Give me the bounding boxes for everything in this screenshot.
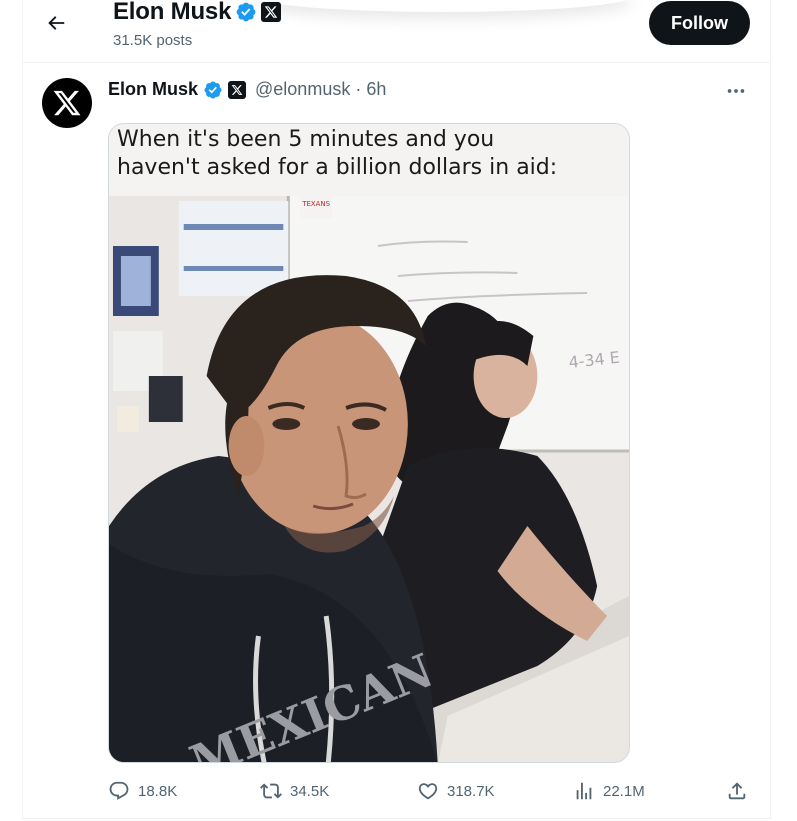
tweet-page: Elon Musk 31.5K posts Follow Elon Musk @…	[0, 0, 797, 821]
like-count: 318.7K	[447, 782, 495, 800]
x-logo-icon	[261, 2, 282, 22]
more-dots-icon	[727, 89, 745, 93]
tweet-timestamp[interactable]: 6h	[366, 79, 386, 100]
share-button[interactable]	[726, 773, 748, 809]
header-shadow	[253, 0, 633, 12]
meme-caption: When it's been 5 minutes and you haven't…	[109, 124, 629, 196]
reply-icon	[109, 781, 129, 800]
share-icon	[728, 782, 746, 800]
reply-button[interactable]: 18.8K	[108, 773, 177, 809]
meme-photo: 4-34 E TEXANS MEXICAN	[109, 196, 629, 762]
tweet-actions: 18.8K 34.5K 318.7K 22.1M	[108, 773, 748, 809]
profile-header: Elon Musk 31.5K posts Follow	[22, 0, 771, 62]
more-button[interactable]	[724, 81, 748, 101]
follow-button[interactable]: Follow	[649, 1, 750, 45]
meme-caption-line1: When it's been 5 minutes and you	[117, 127, 495, 152]
views-count: 22.1M	[603, 782, 645, 800]
back-button[interactable]	[37, 4, 75, 42]
author-handle[interactable]: @elonmusk	[255, 79, 350, 100]
author-name[interactable]: Elon Musk	[108, 79, 198, 100]
x-logo-icon	[228, 80, 247, 99]
tweet[interactable]: Elon Musk @elonmusk · 6h When it's been …	[22, 62, 771, 819]
banner-text: TEXANS	[301, 200, 330, 208]
views-chart-icon	[576, 782, 592, 800]
verified-badge-icon	[203, 80, 223, 100]
views-button[interactable]: 22.1M	[573, 773, 645, 809]
meme-caption-line2: haven't asked for a billion dollars in a…	[117, 155, 558, 180]
repost-count: 34.5K	[290, 782, 330, 800]
header-name-row: Elon Musk	[113, 0, 282, 26]
avatar[interactable]	[42, 78, 92, 128]
tweet-media[interactable]: When it's been 5 minutes and you haven't…	[108, 123, 630, 763]
x-logo-icon	[53, 90, 81, 116]
like-button[interactable]: 318.7K	[417, 773, 495, 809]
tweet-header: Elon Musk @elonmusk · 6h	[108, 79, 386, 100]
repost-button[interactable]: 34.5K	[260, 773, 329, 809]
repost-icon	[260, 783, 282, 799]
separator-dot: ·	[355, 79, 362, 99]
header-name: Elon Musk	[113, 0, 232, 25]
reply-count: 18.8K	[138, 782, 178, 800]
heart-icon	[418, 783, 438, 800]
post-count: 31.5K posts	[113, 32, 193, 49]
verified-badge-icon	[235, 1, 257, 23]
arrow-left-icon	[48, 16, 65, 30]
